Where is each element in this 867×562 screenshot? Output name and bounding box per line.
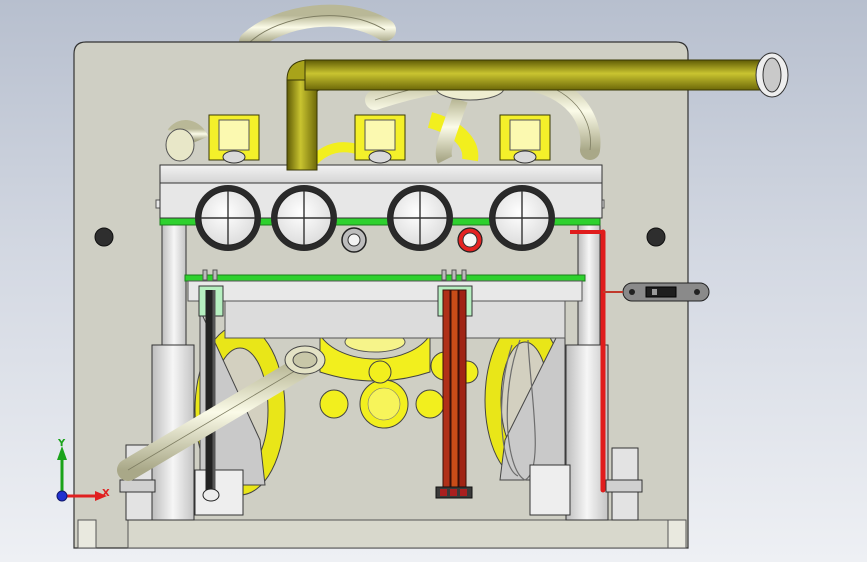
port-bore-1[interactable] [195,185,261,251]
port-bore-2[interactable] [271,185,337,251]
feet [77,519,687,549]
assembly-model[interactable] [0,0,867,562]
rear-coolant-loop [239,4,396,53]
triad-y-label: Y [58,438,66,449]
red-o-ring [457,227,483,253]
cad-viewport[interactable]: Y X [0,0,867,562]
mount-hole-left [94,227,114,247]
triad-origin-icon [56,490,68,502]
mount-hole-right [646,227,666,247]
triad-x-label: X [102,488,110,499]
port-bore-3[interactable] [387,185,453,251]
grey-o-ring [341,227,367,253]
port-bore-4[interactable] [489,185,555,251]
